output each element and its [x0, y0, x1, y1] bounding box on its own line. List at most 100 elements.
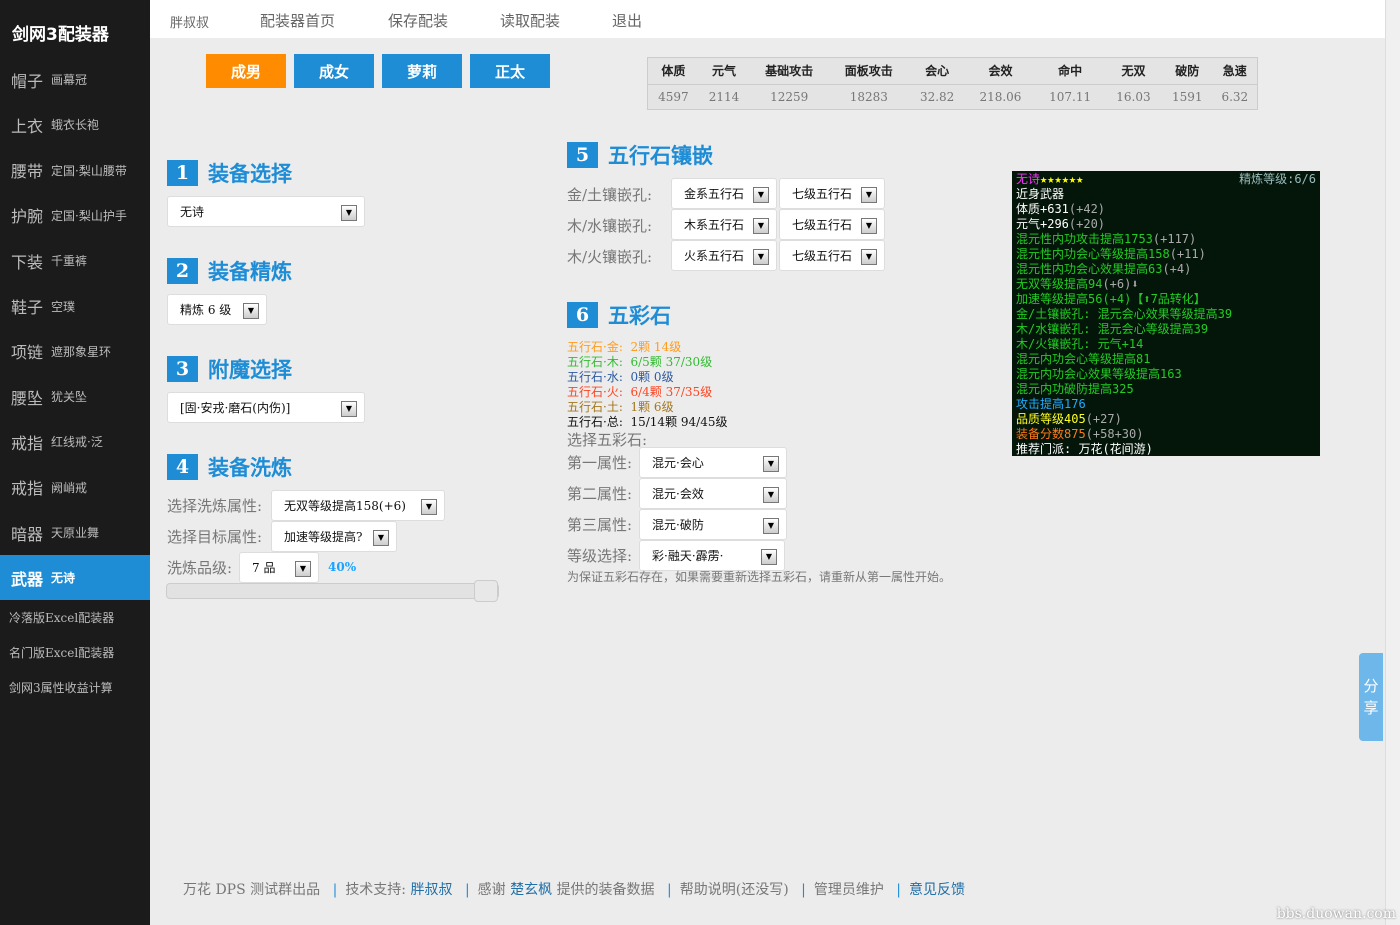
scrollbar[interactable]	[1385, 0, 1400, 925]
footer-text[interactable]: 管理员维护	[814, 882, 884, 898]
grade-select[interactable]: 7 品 ▼	[239, 552, 319, 583]
stat-value: 12259	[770, 90, 809, 105]
refine-select[interactable]: 精炼 6 级 ▼	[167, 294, 267, 325]
select-value: 彩·融天·霹雳·	[652, 549, 724, 563]
sidebar-item[interactable]: 暗器 天原业舞	[0, 510, 150, 555]
sidebar-link[interactable]: 冷落版Excel配装器	[9, 609, 114, 626]
sidebar-item-name: 天原业舞	[51, 526, 100, 540]
sidebar-item-name: 空璞	[51, 299, 76, 314]
sidebar-item[interactable]: 腰坠 犹关坠	[0, 374, 150, 419]
sidebar-item[interactable]: 上衣 蛾衣长袍	[0, 102, 150, 147]
select-value: 混元·会效	[652, 487, 704, 501]
stat-header: 破防	[1161, 58, 1213, 85]
stone-attr-select[interactable]: 混元·会效 ▼	[639, 478, 787, 509]
socket-level-select[interactable]: 七级五行石 ▼	[779, 240, 885, 271]
footer-text[interactable]: 帮助说明(还没写)	[680, 882, 789, 898]
stat-value: 107.11	[1049, 90, 1092, 105]
body-type-button[interactable]: 正太	[470, 54, 550, 88]
stat-value: 16.03	[1116, 90, 1151, 105]
tooltip-line: 近身武器	[1016, 187, 1316, 202]
sidebar-item[interactable]: 下装 千重裤	[0, 238, 150, 283]
tooltip-line: 金/土镶嵌孔: 混元会心效果等级提高39	[1016, 307, 1316, 322]
tooltip-line: 混元性内功会心等级提高158(+11)	[1016, 247, 1316, 262]
section-6-heading: 6 五彩石	[567, 300, 671, 330]
tooltip-line-bonus: (+11)	[1169, 247, 1206, 261]
sidebar-link[interactable]: 剑网3属性收益计算	[9, 679, 113, 696]
enchant-select[interactable]: [固·安戎·磨石(内伤)] ▼	[167, 392, 365, 423]
tooltip-line: 混元性内功会心效果提高63(+4)	[1016, 262, 1316, 277]
slider-handle[interactable]	[474, 580, 498, 602]
sidebar-item-slot: 帽子	[11, 71, 44, 91]
socket-type-select[interactable]: 木系五行石 ▼	[671, 209, 777, 240]
chevron-down-icon: ▼	[295, 561, 311, 577]
tooltip-line: 加速等级提高56(+4)【⬆7品转化】	[1016, 292, 1316, 307]
sidebar-item-slot: 戒指	[11, 433, 44, 453]
grade-label: 洗炼品级:	[167, 559, 233, 577]
footer-divider: |	[667, 882, 672, 898]
nav-link[interactable]: 退出	[612, 10, 642, 31]
reforge-attr-select[interactable]: 无双等级提高158(+6) ▼	[271, 490, 445, 521]
target-attr-select[interactable]: 加速等级提高? ▼	[271, 521, 397, 552]
share-button[interactable]: 分享	[1359, 653, 1383, 741]
sidebar-item[interactable]: 项链 遮那象星环	[0, 329, 150, 374]
tooltip-line-text: 近身武器	[1016, 187, 1065, 201]
sidebar-item[interactable]: 护腕 定国·梨山护手	[0, 193, 150, 238]
footer-text[interactable]: 意见反馈	[909, 882, 965, 898]
nav-link[interactable]: 配装器首页	[260, 10, 335, 31]
sidebar-item-name: 定国·梨山腰带	[51, 163, 127, 178]
stat-header: 元气	[698, 58, 750, 85]
select-value: 火系五行石	[684, 249, 745, 263]
stone-attr-label: 第二属性:	[567, 485, 633, 503]
stone-attr-select[interactable]: 彩·融天·霹雳· ▼	[639, 540, 785, 571]
sidebar-item-slot: 武器	[11, 569, 44, 589]
select-value: 金系五行石	[684, 187, 745, 201]
stat-value: 32.82	[919, 90, 955, 105]
nav-link[interactable]: 保存配装	[388, 10, 448, 31]
socket-type-select[interactable]: 火系五行石 ▼	[671, 240, 777, 271]
body-type-button[interactable]: 萝莉	[382, 54, 462, 88]
sidebar-item[interactable]: 戒指 红线戒·泛	[0, 419, 150, 464]
body-type-button[interactable]: 成女	[294, 54, 374, 88]
sidebar-item[interactable]: 腰带 定国·梨山腰带	[0, 148, 150, 193]
socket-label: 木/火镶嵌孔:	[567, 248, 653, 266]
sidebar-item[interactable]: 戒指 阙峭戒	[0, 465, 150, 510]
sidebar-item[interactable]: 帽子 画幕冠	[0, 57, 150, 102]
select-value: 木系五行石	[684, 218, 745, 232]
socket-level-select[interactable]: 七级五行石 ▼	[779, 178, 885, 209]
section-5-heading: 5 五行石镶嵌	[567, 140, 713, 170]
socket-type-select[interactable]: 金系五行石 ▼	[671, 178, 777, 209]
footer-text: 提供的装备数据	[556, 882, 655, 898]
tooltip-line-text: 混元内功会心等级提高81	[1016, 352, 1151, 366]
section-1-heading: 1 装备选择	[167, 158, 292, 188]
footer-text: 技术支持:	[345, 882, 407, 898]
socket-level-select[interactable]: 七级五行石 ▼	[779, 209, 885, 240]
nav-link[interactable]: 胖叔叔	[170, 12, 209, 31]
sidebar-item-name: 定国·梨山护手	[51, 208, 127, 223]
grade-slider[interactable]	[166, 580, 499, 602]
body-type-button[interactable]: 成男	[206, 54, 286, 88]
equipment-select[interactable]: 无诗 ▼	[167, 196, 365, 227]
chevron-down-icon: ▼	[373, 530, 389, 546]
tooltip-line-text: 装备分数875	[1016, 427, 1086, 441]
sidebar-item-slot: 下装	[11, 252, 44, 272]
stone-attr-select[interactable]: 混元·会心 ▼	[639, 447, 787, 478]
footer-text: 万花 DPS 测试群出品	[183, 882, 321, 898]
stone-attr-select[interactable]: 混元·破防 ▼	[639, 509, 787, 540]
sidebar-item[interactable]: 武器 无诗	[0, 555, 150, 601]
reforge-attr-label: 选择洗炼属性:	[167, 497, 263, 515]
select-value: 七级五行石	[792, 187, 853, 201]
stat-value: 1591	[1172, 90, 1203, 105]
sidebar-item[interactable]: 鞋子 空璞	[0, 284, 150, 329]
nav-link[interactable]: 读取配装	[500, 10, 560, 31]
tooltip-line-text: 木/火镶嵌孔: 元气+14	[1016, 337, 1144, 351]
stat-header: 无双	[1104, 58, 1162, 85]
sidebar: 剑网3配装器 帽子 画幕冠 上衣 蛾衣长袍 腰带 定国·梨山腰带 护腕 定国·梨山护手 下装 千重…	[0, 0, 150, 925]
stone-note: 为保证五彩石存在，如果需要重新选择五彩石，请重新从第一属性开始。	[567, 570, 952, 584]
tooltip-line: 木/火镶嵌孔: 元气+14	[1016, 337, 1316, 352]
sidebar-link[interactable]: 名门版Excel配装器	[9, 644, 114, 661]
stat-header: 面板攻击	[828, 58, 909, 85]
tooltip-line: 无双等级提高94(+6)⬇	[1016, 277, 1316, 292]
tooltip-line: 混元内功破防提高325	[1016, 382, 1316, 397]
tooltip-line: 混元性内功攻击提高1753(+117)	[1016, 232, 1316, 247]
footer-text[interactable]: 胖叔叔	[410, 882, 452, 898]
